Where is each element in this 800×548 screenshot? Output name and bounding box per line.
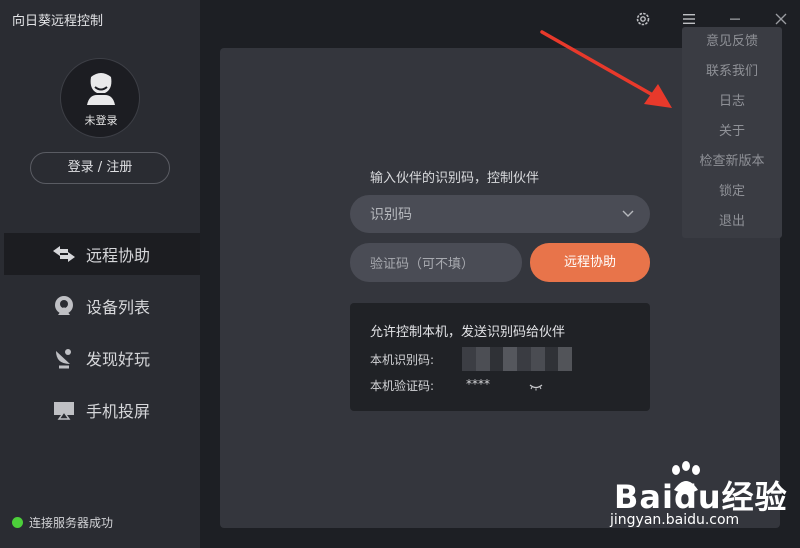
nav-label: 远程协助 [86,246,151,265]
screen-cast-icon [50,398,78,422]
partner-id-input[interactable]: 识别码 [350,195,650,233]
verification-code-input[interactable]: 验证码（可不填） [350,243,522,282]
nav-item-device-list[interactable]: 设备列表 [4,285,200,327]
partner-id-placeholder: 识别码 [370,207,412,223]
menu-item-check-update[interactable]: 检查新版本 [682,147,782,177]
eye-closed-icon[interactable] [528,377,544,396]
gear-icon[interactable] [634,10,652,28]
sidebar: 向日葵远程控制 未登录 登录 / 注册 远程协助 设备列表 发现好玩 手机投屏 … [0,0,200,548]
close-icon[interactable] [772,10,790,28]
minimize-icon[interactable] [726,10,744,28]
server-status: 连接服务器成功 [12,514,113,531]
local-code-label: 本机验证码: [370,379,435,393]
avatar[interactable]: 未登录 [60,58,140,138]
status-dot [12,517,23,528]
satellite-icon [50,346,78,370]
user-icon [87,73,115,105]
menu-item-exit[interactable]: 退出 [682,207,782,237]
nav-item-remote-assist[interactable]: 远程协助 [4,233,200,275]
chevron-down-icon[interactable] [622,207,634,223]
local-id-value-mosaic [462,347,572,371]
watermark-url: jingyan.baidu.com [610,512,740,528]
status-text: 连接服务器成功 [29,516,114,530]
local-info-title: 允许控制本机，发送识别码给伙伴 [370,325,566,340]
nav-label: 发现好玩 [86,350,151,369]
device-pin-icon [50,294,78,318]
verification-code-placeholder: 验证码（可不填） [370,257,475,272]
menu-item-feedback[interactable]: 意见反馈 [682,27,782,57]
app-title: 向日葵远程控制 [12,14,104,29]
nav-label: 手机投屏 [86,402,151,421]
menu-icon[interactable] [680,10,698,28]
avatar-label: 未登录 [84,114,118,127]
nav-label: 设备列表 [86,298,151,317]
settings-dropdown-menu: 意见反馈 联系我们 日志 关于 检查新版本 锁定 退出 [682,27,782,238]
local-id-label: 本机识别码: [370,353,435,367]
local-code-value: **** [466,377,490,391]
menu-item-lock[interactable]: 锁定 [682,177,782,207]
local-info-box: 允许控制本机，发送识别码给伙伴 本机识别码: 本机验证码: **** [350,303,650,411]
menu-item-about[interactable]: 关于 [682,117,782,147]
baidu-watermark: Baidu经验 jingyan.baidu.com [600,460,795,540]
nav-item-discover[interactable]: 发现好玩 [4,337,200,379]
menu-item-contact[interactable]: 联系我们 [682,57,782,87]
annotation-arrow [540,30,672,108]
remote-assist-button[interactable]: 远程协助 [530,243,650,282]
menu-item-log[interactable]: 日志 [682,87,782,117]
nav-item-screen-cast[interactable]: 手机投屏 [4,389,200,431]
login-register-button[interactable]: 登录 / 注册 [30,152,170,184]
remote-prompt: 输入伙伴的识别码，控制伙伴 [370,171,540,186]
swap-arrows-icon [50,242,78,266]
